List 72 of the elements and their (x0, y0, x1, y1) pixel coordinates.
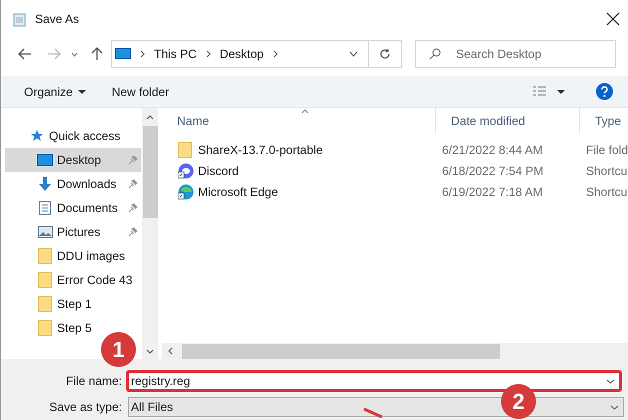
up-arrow-icon[interactable] (91, 47, 103, 61)
chevron-down-icon[interactable] (606, 379, 615, 384)
scrollbar-thumb[interactable] (142, 126, 158, 218)
pin-icon[interactable] (128, 179, 138, 189)
scroll-up-icon[interactable] (146, 115, 154, 120)
organize-button[interactable]: Organize (24, 82, 86, 100)
new-folder-button[interactable]: New folder (112, 82, 170, 100)
chevron-right-icon[interactable] (140, 50, 145, 58)
column-header[interactable]: Name (162, 108, 435, 133)
sidebar-item[interactable]: Desktop (5, 148, 141, 172)
breadcrumb-link[interactable]: This PC (154, 45, 197, 63)
notepad-icon (13, 12, 27, 26)
search-icon (429, 48, 441, 60)
pin-icon[interactable] (128, 227, 138, 237)
folder-icon (38, 296, 52, 312)
sidebar-item[interactable]: Downloads (5, 172, 141, 196)
sort-caret-icon (301, 109, 309, 114)
chevron-right-icon[interactable] (206, 50, 211, 58)
table-cell-text: Shortcu (585, 162, 628, 180)
close-icon[interactable] (606, 12, 620, 26)
search-field[interactable]: Search Desktop (415, 40, 616, 68)
folder-icon (38, 248, 52, 264)
horizontal-scrollbar[interactable] (162, 343, 628, 359)
field-label: File name: (64, 373, 123, 390)
table-cell-text: 6/18/2022 7:54 PM (441, 162, 544, 180)
vertical-scrollbar[interactable] (142, 108, 158, 359)
table-cell-text: File fold (585, 142, 628, 158)
chevron-down-icon[interactable] (610, 404, 619, 410)
file-name[interactable]: Microsoft Edge (198, 182, 278, 200)
refresh-icon[interactable] (379, 48, 391, 60)
sidebar-item[interactable]: Pictures (5, 220, 141, 244)
folder-icon (38, 320, 52, 336)
field-label: Save as type: (48, 399, 123, 416)
sidebar-item[interactable]: Step 1 (5, 292, 141, 316)
chevron-right-icon[interactable] (272, 50, 278, 58)
scroll-left-icon[interactable] (168, 347, 173, 355)
sidebar-item[interactable]: Error Code 43 (5, 268, 141, 292)
chevron-down-icon[interactable] (349, 51, 358, 57)
dropdown-value: All Files (130, 399, 174, 416)
file-name[interactable]: Discord (198, 162, 239, 180)
table-cell-text: 6/19/2022 7:18 AM (441, 184, 544, 200)
column-header[interactable]: Date modified (435, 108, 579, 133)
document-icon (39, 201, 51, 215)
folder-icon (178, 142, 192, 158)
monitor-icon (115, 48, 131, 60)
caret-icon (78, 90, 86, 94)
discord-shortcut-icon (178, 162, 194, 178)
column-header[interactable]: Type (579, 108, 628, 133)
help-icon[interactable] (596, 83, 613, 100)
breadcrumb-link[interactable]: Desktop (220, 45, 264, 63)
sidebar-item[interactable]: Quick access (5, 124, 141, 148)
scroll-down-icon[interactable] (146, 349, 154, 354)
window-title: Save As (35, 11, 80, 28)
table-cell-text: Shortcu (585, 184, 628, 200)
sidebar-item[interactable]: Documents (5, 196, 141, 220)
scrollbar-thumb[interactable] (182, 344, 500, 358)
back-arrow-icon[interactable] (18, 48, 32, 60)
table-cell-text: 6/21/2022 8:44 AM (441, 142, 544, 158)
star-icon (30, 129, 44, 143)
picture-icon (38, 226, 52, 238)
chevron-down-icon[interactable] (71, 52, 78, 56)
file-name[interactable]: ShareX-13.7.0-portable (198, 140, 323, 158)
folder-icon (38, 272, 52, 288)
monitor-icon (37, 154, 53, 166)
pin-icon[interactable] (128, 203, 138, 213)
download-arrow-icon (38, 177, 52, 191)
step-number-badge: 1 (101, 332, 136, 367)
view-options-icon[interactable] (532, 86, 566, 98)
edge-shortcut-icon (178, 184, 194, 200)
address-bar[interactable]: This PC Desktop (111, 40, 402, 68)
sidebar-item[interactable]: DDU images (5, 244, 141, 268)
file-name-field[interactable]: registry.reg (126, 370, 622, 392)
